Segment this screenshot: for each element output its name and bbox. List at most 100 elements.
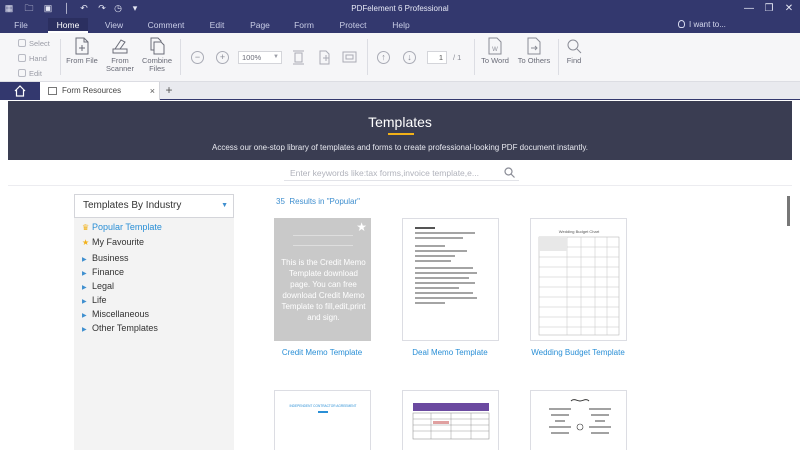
sidebar-item-popular[interactable]: ♛ Popular Template (82, 221, 162, 234)
edit-icon (18, 69, 26, 77)
search-icon (567, 39, 582, 54)
menu-form[interactable]: Form (289, 18, 319, 33)
sidebar-item-finance[interactable]: ▶ Finance (82, 266, 124, 279)
template-card-invitation[interactable] (530, 390, 627, 450)
template-title-link[interactable]: Credit Memo Template (267, 348, 377, 358)
to-word-button[interactable]: W To Word (477, 37, 513, 79)
menu-view[interactable]: View (96, 18, 132, 33)
template-card-contractor-agreement[interactable]: INDEPENDENT CONTRACTOR AGREEMENT (274, 390, 371, 450)
menu-file[interactable]: File (6, 18, 36, 33)
hand-tool[interactable]: Hand (18, 53, 47, 65)
form-preview (412, 403, 490, 440)
tab-bar: Form Resources × + (0, 82, 800, 100)
content-divider (8, 185, 792, 186)
zoom-in-icon[interactable]: + (216, 51, 229, 64)
menu-edit[interactable]: Edit (202, 18, 232, 33)
caret-right-icon: ▶ (82, 327, 87, 333)
restore-icon[interactable]: ❐ (760, 1, 778, 16)
star-icon: ★ (82, 238, 90, 247)
full-screen-icon[interactable] (342, 49, 357, 66)
sidebar-item-business[interactable]: ▶ Business (82, 252, 129, 265)
favorite-star-icon[interactable]: ★ (356, 220, 367, 234)
title-bar: ▦ 🗀 ▣ │ ↶ ↷ ◷ ▾ PDFelement 6 Professiona… (0, 0, 800, 18)
menu-page[interactable]: Page (245, 18, 275, 33)
search-icon[interactable] (504, 167, 515, 178)
category-sidebar: Templates By Industry ▼ ♛ Popular Templat… (74, 194, 234, 450)
home-icon (14, 85, 26, 97)
sidebar-item-label: Popular Template (92, 222, 162, 232)
menu-help[interactable]: Help (386, 18, 416, 33)
i-want-to-search[interactable]: I want to... (678, 18, 726, 33)
fit-page-icon[interactable] (317, 49, 332, 66)
sidebar-item-legal[interactable]: ▶ Legal (82, 280, 114, 293)
fit-width-icon[interactable] (291, 49, 306, 66)
page-number-input[interactable]: 1 (427, 51, 447, 64)
toolbar-divider (60, 39, 61, 75)
minimize-icon[interactable]: — (740, 1, 758, 16)
template-title-link[interactable]: Wedding Budget Template (523, 348, 633, 358)
sidebar-item-miscellaneous[interactable]: ▶ Miscellaneous (82, 308, 149, 321)
new-file-icon (75, 37, 89, 55)
svg-text:INDEPENDENT CONTRACTOR AGREEME: INDEPENDENT CONTRACTOR AGREEMENT (289, 404, 356, 408)
template-search-input[interactable]: Enter keywords like:tax forms,invoice te… (284, 165, 519, 181)
select-label: Select (29, 39, 50, 48)
find-button[interactable]: Find (562, 37, 586, 79)
popular-icon: ♛ (82, 223, 90, 232)
ribbon-toolbar: Select Hand Edit From File From Scanner … (0, 33, 800, 82)
content-scrollbar[interactable] (787, 196, 790, 226)
sidebar-item-label: Business (92, 253, 129, 263)
industry-select[interactable]: Templates By Industry ▼ (74, 194, 234, 218)
sidebar-item-label: Miscellaneous (92, 309, 150, 319)
scanner-icon (112, 39, 128, 54)
menu-comment[interactable]: Comment (142, 18, 190, 33)
close-tab-icon[interactable]: × (150, 82, 155, 100)
toolbar-divider (180, 39, 181, 75)
zoom-out-icon[interactable]: − (191, 51, 204, 64)
search-placeholder: Enter keywords like:tax forms,invoice te… (290, 168, 479, 178)
chevron-down-icon: ▼ (221, 202, 228, 209)
i-want-to-label: I want to... (689, 20, 726, 29)
word-file-icon: W (488, 37, 502, 55)
hand-icon (18, 54, 26, 62)
banner-title: Templates (368, 114, 432, 130)
industry-select-label: Templates By Industry (83, 200, 182, 211)
close-icon[interactable]: ✕ (780, 1, 798, 16)
sidebar-item-label: Other Templates (92, 323, 158, 333)
document-preview (415, 227, 487, 307)
window-title: PDFelement 6 Professional (351, 4, 449, 13)
home-tab[interactable] (0, 82, 40, 100)
toolbar-divider (558, 39, 559, 75)
to-others-button[interactable]: To Others (514, 37, 554, 79)
tab-form-resources[interactable]: Form Resources × (40, 82, 160, 100)
template-title-link[interactable]: Deal Memo Template (395, 348, 505, 358)
from-file-label: From File (66, 56, 98, 65)
select-tool[interactable]: Select (18, 38, 50, 50)
template-card-wedding-budget[interactable]: Wedding Budget Chart (530, 218, 627, 341)
preview-line (293, 245, 353, 246)
template-card-deal-memo[interactable] (402, 218, 499, 341)
select-icon (18, 39, 26, 47)
hand-label: Hand (29, 54, 47, 63)
combine-label-2: Files (149, 64, 165, 73)
zoom-select[interactable]: 100% ▼ (238, 51, 282, 64)
menu-home[interactable]: Home (48, 18, 88, 33)
sidebar-item-other-templates[interactable]: ▶ Other Templates (82, 322, 158, 335)
sidebar-item-favourite[interactable]: ★ My Favourite (82, 236, 144, 249)
previous-page-icon[interactable]: ↑ (377, 51, 390, 64)
sidebar-item-label: Finance (92, 267, 125, 277)
results-number: 35 (276, 197, 285, 206)
template-card-credit-memo[interactable]: ★ This is the Credit Memo Template downl… (274, 218, 371, 341)
sidebar-item-life[interactable]: ▶ Life (82, 294, 107, 307)
find-label: Find (566, 56, 582, 65)
new-tab-icon[interactable]: + (162, 82, 176, 100)
combine-files-button[interactable]: Combine Files (139, 37, 175, 79)
combine-files-icon (150, 37, 165, 55)
menu-protect[interactable]: Protect (334, 18, 372, 33)
sidebar-item-label: My Favourite (92, 237, 145, 247)
from-scanner-button[interactable]: From Scanner (102, 37, 138, 79)
wedding-preview-title: Wedding Budget Chart (559, 229, 600, 234)
from-file-button[interactable]: From File (64, 37, 100, 79)
next-page-icon[interactable]: ↓ (403, 51, 416, 64)
template-card-form[interactable] (402, 390, 499, 450)
edit-tool[interactable]: Edit (18, 68, 42, 80)
